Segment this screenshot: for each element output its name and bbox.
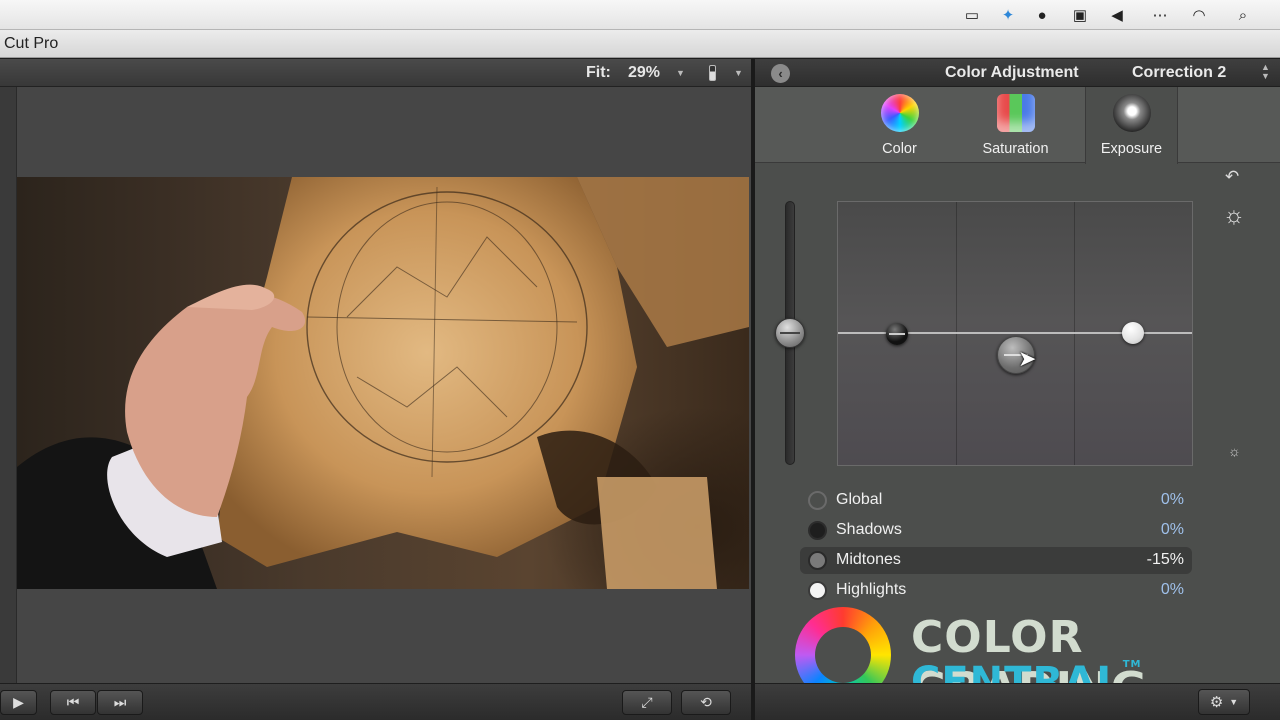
chevron-left-icon: ‹	[778, 66, 783, 81]
saturation-bars-icon	[996, 94, 1035, 132]
color-wheel-icon	[880, 94, 919, 132]
inspector-footer: ⚙ ▼	[755, 683, 1280, 720]
reset-icon[interactable]: ↶	[1225, 167, 1239, 187]
zoom-fit-menu[interactable]: 29%	[628, 64, 660, 82]
trademark-mark: TM	[1122, 659, 1142, 670]
display-icon[interactable]: ▣	[1070, 6, 1090, 24]
tab-saturation[interactable]: Saturation	[969, 87, 1062, 163]
color-inspector-panel: ‹ Color Adjustment Correction 2 ▲ ▼ Color…	[755, 59, 1280, 720]
play-button[interactable]: ▶	[0, 690, 37, 715]
shadows-puck[interactable]	[886, 323, 908, 345]
screen-recorder-icon[interactable]: ●	[1032, 6, 1052, 24]
parameter-value[interactable]: 0%	[1161, 491, 1184, 509]
parameter-row-midtones[interactable]: Midtones -15%	[800, 547, 1192, 574]
parameter-name: Shadows	[836, 521, 902, 538]
parameter-row-global[interactable]: Global 0%	[800, 487, 1192, 514]
inspector-title: Color Adjustment	[945, 64, 1079, 81]
viewer-left-edge	[0, 87, 17, 683]
viewer-transport-bar: ▶ ⏮ ⏭ ⤢ ⟲	[0, 683, 751, 720]
parameter-name: Midtones	[836, 551, 901, 568]
global-slider-knob[interactable]	[775, 318, 805, 348]
video-frame-image	[17, 177, 749, 589]
parameter-value[interactable]: 0%	[1161, 521, 1184, 539]
correction-selector[interactable]: Correction 2	[1132, 64, 1226, 82]
facetime-camera-icon[interactable]: ▭	[962, 6, 982, 24]
shadows-radio-icon[interactable]	[808, 521, 827, 540]
video-frame	[17, 177, 749, 589]
mouse-cursor-icon: ➤	[1018, 346, 1037, 371]
highlights-sun-icon: ☼	[1223, 202, 1245, 229]
viewer-panel: Fit: 29% ▼ ▼ ▶ ⏮ ⏭ ⤢ ⟲	[0, 59, 751, 720]
highlights-radio-icon[interactable]	[808, 581, 827, 600]
fit-label: Fit:	[586, 64, 611, 81]
parameter-value[interactable]: -15%	[1147, 551, 1184, 569]
tab-exposure[interactable]: Exposure	[1085, 87, 1178, 164]
tab-exposure-label: Exposure	[1100, 141, 1163, 157]
system-menu-bar: ▭ ✦ ● ▣ ◀︎ ⋯ ◠ ⌕	[0, 0, 1280, 30]
correction-stepper-icon[interactable]: ▲ ▼	[1261, 63, 1270, 81]
app-title: Cut Pro	[4, 35, 59, 52]
parameter-name: Highlights	[836, 581, 907, 598]
parameter-name: Global	[836, 491, 883, 508]
spotlight-search-icon[interactable]: ⌕	[1233, 6, 1253, 24]
tab-color-label: Color	[882, 141, 917, 157]
volume-icon[interactable]: ◀︎	[1107, 6, 1127, 24]
exposure-board[interactable]: ➤	[837, 201, 1193, 466]
adjustment-tabs: Color Saturation Exposure	[755, 87, 1280, 164]
gear-icon: ⚙	[1209, 694, 1224, 711]
wifi-icon[interactable]: ◠	[1189, 6, 1209, 24]
exposure-sphere-icon	[1112, 94, 1151, 132]
zoom-chevron-down-icon[interactable]: ▼	[676, 68, 685, 78]
view-options-icon[interactable]	[709, 65, 716, 81]
parameter-row-shadows[interactable]: Shadows 0%	[800, 517, 1192, 544]
previous-edit-button[interactable]: ⏮	[50, 690, 96, 715]
more-icon[interactable]: ⋯	[1150, 6, 1170, 24]
shadows-sun-icon: ☼	[1228, 443, 1241, 459]
view-chevron-down-icon[interactable]: ▼	[734, 68, 743, 78]
highlights-puck[interactable]	[1122, 322, 1144, 344]
parameter-row-highlights[interactable]: Highlights 0%	[800, 577, 1192, 604]
global-radio-icon[interactable]	[808, 491, 827, 510]
loop-playback-button[interactable]: ⟲	[681, 690, 731, 715]
back-button[interactable]: ‹	[771, 64, 790, 83]
tab-saturation-label: Saturation	[982, 141, 1049, 157]
inspector-action-menu-button[interactable]: ⚙ ▼	[1198, 689, 1250, 715]
tab-color[interactable]: Color	[853, 87, 946, 163]
inspector-header: ‹ Color Adjustment Correction 2 ▲ ▼	[755, 59, 1280, 87]
dropbox-icon[interactable]: ✦	[998, 6, 1018, 24]
chevron-down-icon: ▼	[1229, 697, 1239, 707]
viewer-toolbar: Fit: 29% ▼ ▼	[0, 59, 751, 87]
parameter-value[interactable]: 0%	[1161, 581, 1184, 599]
midtones-radio-icon[interactable]	[808, 551, 827, 570]
fullscreen-button[interactable]: ⤢	[622, 690, 672, 715]
next-edit-button[interactable]: ⏭	[97, 690, 143, 715]
app-title-bar: Cut Pro	[0, 30, 1280, 58]
